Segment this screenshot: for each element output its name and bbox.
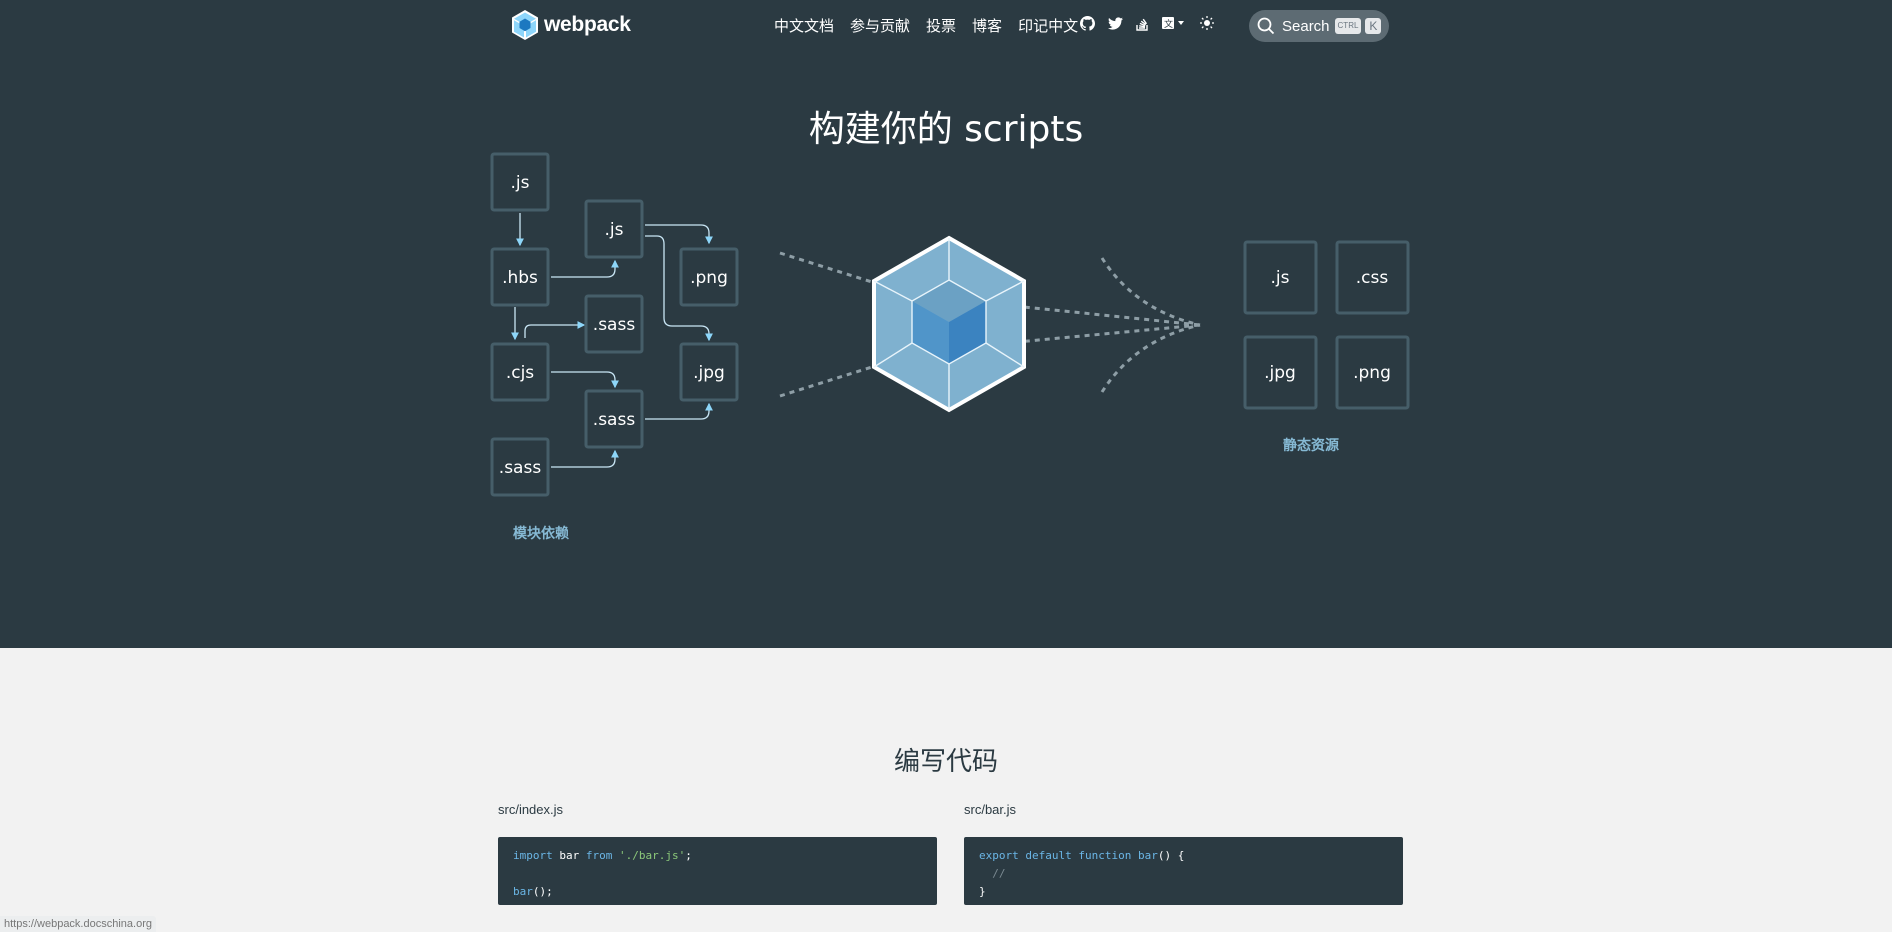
bundle-diagram: .js .hbs .js .png .sass .cjs .jpg .sass … (490, 152, 1410, 542)
code-token: ; (685, 849, 692, 862)
module-js-1: .js (511, 173, 530, 193)
module-js-2: .js (605, 220, 624, 240)
asset-css: .css (1356, 268, 1389, 288)
module-sass-2: .sass (593, 410, 636, 430)
module-sass-3: .sass (499, 458, 542, 478)
module-png: .png (690, 268, 728, 288)
module-sass-1: .sass (593, 315, 636, 335)
filename-bar: src/bar.js (964, 802, 1017, 817)
assets-caption: 静态资源 (1283, 437, 1339, 454)
module-hbs: .hbs (502, 268, 538, 288)
asset-png: .png (1353, 363, 1391, 383)
asset-boxes (1243, 240, 1410, 410)
code-token: import (513, 849, 553, 862)
code-block-index: import bar from './bar.js'; bar(); (498, 837, 937, 905)
code-token: export (979, 849, 1019, 862)
code-line: export default function bar() { (979, 847, 1388, 865)
code-token: } (979, 885, 986, 898)
code-token: './bar.js' (619, 849, 686, 862)
code-token: default (1025, 849, 1072, 862)
code-line: // (979, 865, 1388, 883)
code-token: bar (513, 885, 533, 898)
modules-caption: 模块依赖 (513, 525, 569, 542)
status-url: https://webpack.docschina.org (0, 916, 156, 932)
code-token: () { (1157, 849, 1185, 862)
webpack-cube-icon (872, 235, 1026, 413)
hero-section: webpack 中文文档 参与贡献 投票 博客 印记中文 文 Search CT… (0, 0, 1892, 648)
module-cjs: .cjs (506, 363, 534, 383)
code-line: import bar from './bar.js'; (513, 847, 922, 865)
write-code-section: 编写代码 src/index.js src/bar.js import bar … (0, 648, 1892, 932)
section-title: 编写代码 (893, 747, 998, 777)
code-token: // (992, 867, 1006, 880)
code-block-bar: export default function bar() { //} (964, 837, 1403, 905)
filename-index: src/index.js (498, 802, 564, 817)
code-token: function (1078, 849, 1132, 862)
code-token: bar (1137, 849, 1158, 862)
code-line: bar(); (513, 883, 922, 901)
code-token: bar (552, 849, 586, 862)
module-jpg: .jpg (693, 363, 725, 383)
code-token: from (585, 849, 613, 862)
asset-jpg: .jpg (1264, 363, 1296, 383)
asset-js: .js (1271, 268, 1290, 288)
code-line: } (979, 883, 1388, 901)
code-token: (); (532, 885, 553, 898)
